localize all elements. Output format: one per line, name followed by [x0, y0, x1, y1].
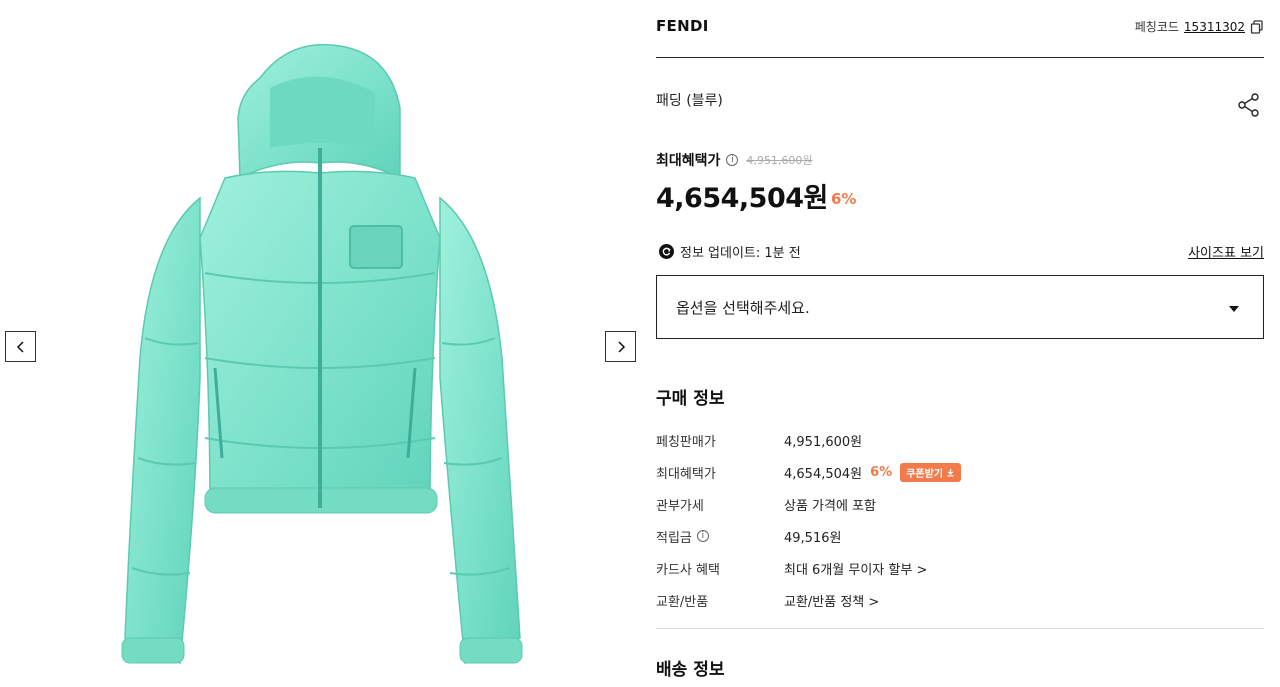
max-benefit-label: 최대혜택가 i 4,951,600원 [656, 150, 813, 170]
option-placeholder: 옵션을 선택해주세요. [676, 298, 810, 317]
row-key: 최대혜택가 [656, 466, 716, 482]
list-item: 적립금 i 49,516원 [656, 520, 1264, 552]
update-info: 정보 업데이트: 1분 전 [659, 242, 801, 261]
chevron-left-icon [16, 340, 24, 353]
row-key: 교환/반품 [656, 594, 709, 610]
row-discount: 6% [870, 464, 893, 480]
row-value: 4,951,600원 [784, 434, 863, 450]
product-gallery [0, 0, 640, 687]
option-select[interactable]: 옵션을 선택해주세요. [656, 275, 1264, 339]
purchase-info-list: 페칭판매가 4,951,600원 최대혜택가 4,654,504원 6% 쿠폰받… [656, 424, 1264, 616]
list-item: 관부가세 상품 가격에 포함 [656, 488, 1264, 520]
product-name: 패딩 (블루) [656, 93, 723, 109]
download-icon [947, 468, 954, 477]
code-label: 페칭코드 [1134, 20, 1179, 34]
product-image [121, 43, 523, 665]
card-benefit-link[interactable]: 최대 6개월 무이자 할부 > [784, 559, 927, 578]
list-item: 교환/반품 교환/반품 정책 > [656, 584, 1264, 616]
row-value: 49,516원 [784, 530, 842, 546]
next-image-button[interactable] [605, 331, 636, 362]
shipping-info-title: 배송 정보 [656, 660, 725, 680]
prev-image-button[interactable] [5, 331, 36, 362]
fetching-code: 페칭코드 15311302 [1135, 18, 1264, 35]
share-icon[interactable] [1236, 92, 1262, 118]
update-text: 정보 업데이트: 1분 전 [680, 246, 801, 261]
info-icon[interactable]: i [696, 530, 709, 542]
get-coupon-button[interactable]: 쿠폰받기 [900, 462, 962, 482]
code-value[interactable]: 15311302 [1184, 20, 1245, 34]
return-policy-link[interactable]: 교환/반품 정책 > [784, 591, 879, 610]
list-item: 카드사 혜택 최대 6개월 무이자 할부 > [656, 552, 1264, 584]
refresh-icon[interactable] [659, 244, 674, 259]
row-key: 카드사 혜택 [656, 562, 720, 578]
row-key-wrap: 적립금 i [656, 527, 784, 546]
final-price: 4,654,504원 [656, 183, 828, 214]
discount-rate: 6% [831, 190, 857, 208]
max-benefit-text: 최대혜택가 [656, 153, 721, 169]
row-value: 4,654,504원 [784, 466, 863, 482]
product-detail-panel: FENDI 페칭코드 15311302 패딩 (블루) 최대혜택가 i 4,95… [656, 0, 1264, 687]
info-icon[interactable]: i [726, 154, 739, 166]
chevron-right-icon [617, 340, 625, 353]
row-value: 상품 가격에 포함 [784, 498, 876, 514]
original-price: 4,951,600원 [746, 154, 813, 167]
size-chart-link[interactable]: 사이즈표 보기 [1188, 242, 1264, 261]
brand-name[interactable]: FENDI [656, 17, 709, 35]
row-key: 관부가세 [656, 498, 704, 514]
list-item: 최대혜택가 4,654,504원 6% 쿠폰받기 [656, 456, 1264, 488]
copy-icon[interactable] [1250, 19, 1264, 34]
divider [656, 57, 1264, 58]
row-key: 페칭판매가 [656, 434, 716, 450]
caret-down-icon [1229, 306, 1239, 312]
divider [656, 628, 1264, 629]
list-item: 페칭판매가 4,951,600원 [656, 424, 1264, 456]
purchase-info-title: 구매 정보 [656, 389, 725, 409]
coupon-label: 쿠폰받기 [906, 468, 944, 480]
row-key: 적립금 [656, 530, 692, 546]
